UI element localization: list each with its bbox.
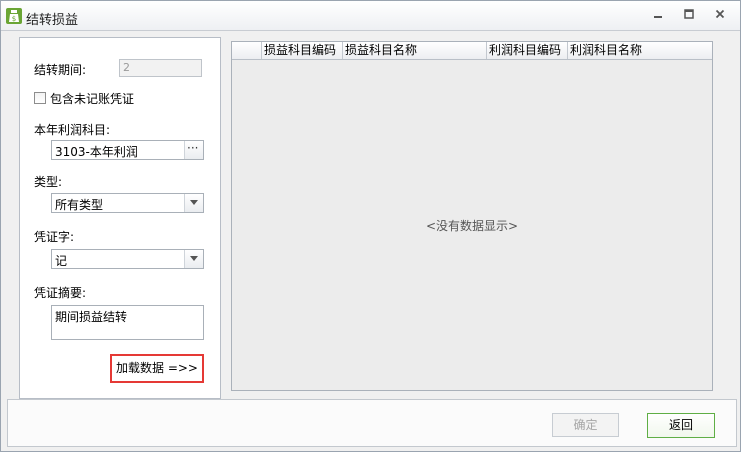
footer-bar: 确定 返回	[7, 399, 737, 447]
voucher-word-dropdown-button[interactable]	[184, 250, 203, 268]
title-bar[interactable]: $ 结转损益	[1, 1, 740, 31]
minimize-icon[interactable]	[647, 9, 669, 25]
window-title: 结转损益	[26, 13, 79, 28]
type-label: 类型:	[34, 175, 63, 189]
voucher-word-select[interactable]: 记	[51, 249, 204, 269]
close-icon[interactable]	[709, 9, 731, 25]
app-icon: $	[6, 8, 22, 24]
back-button[interactable]: 返回	[647, 413, 715, 438]
result-grid[interactable]: 损益科目编码 损益科目名称 利润科目编码 利润科目名称 <没有数据显示>	[231, 41, 713, 391]
summary-value: 期间损益结转	[55, 310, 128, 324]
svg-text:$: $	[12, 15, 16, 23]
summary-label: 凭证摘要:	[34, 286, 87, 300]
grid-empty-message: <没有数据显示>	[425, 219, 519, 233]
browse-account-button[interactable]: ···	[184, 141, 203, 159]
period-label: 结转期间:	[34, 63, 87, 77]
grid-column-header[interactable]: 损益科目编码	[261, 42, 342, 59]
grid-indicator-column	[232, 42, 261, 59]
load-data-button[interactable]: 加载数据 =>>	[110, 354, 204, 383]
type-dropdown-button[interactable]	[184, 194, 203, 212]
period-input: 2	[119, 59, 202, 77]
voucher-word-label: 凭证字:	[34, 230, 75, 244]
carry-forward-window: $ 结转损益 结转期间: 2 包含未记账凭证 本年利润科目: 3103-本年利润…	[0, 0, 741, 452]
type-value: 所有类型	[55, 198, 104, 212]
profit-account-label: 本年利润科目:	[34, 123, 111, 137]
browse-ellipsis-icon: ···	[187, 141, 199, 155]
grid-column-header[interactable]: 利润科目名称	[567, 42, 712, 59]
maximize-icon[interactable]	[678, 9, 700, 25]
profit-account-field[interactable]: 3103-本年利润 ···	[51, 140, 204, 160]
grid-column-header[interactable]: 损益科目名称	[342, 42, 486, 59]
summary-textarea[interactable]: 期间损益结转	[51, 305, 204, 340]
chevron-down-icon	[190, 200, 198, 205]
include-unposted-label: 包含未记账凭证	[50, 92, 135, 106]
include-unposted-checkbox[interactable]	[34, 92, 46, 104]
settings-panel: 结转期间: 2 包含未记账凭证 本年利润科目: 3103-本年利润 ··· 类型…	[19, 37, 221, 399]
profit-account-value: 3103-本年利润	[55, 145, 138, 159]
grid-column-header[interactable]: 利润科目编码	[486, 42, 567, 59]
type-select[interactable]: 所有类型	[51, 193, 204, 213]
voucher-word-value: 记	[55, 254, 68, 268]
chevron-down-icon	[190, 256, 198, 261]
grid-header: 损益科目编码 损益科目名称 利润科目编码 利润科目名称	[232, 42, 712, 60]
ok-button[interactable]: 确定	[552, 413, 619, 437]
